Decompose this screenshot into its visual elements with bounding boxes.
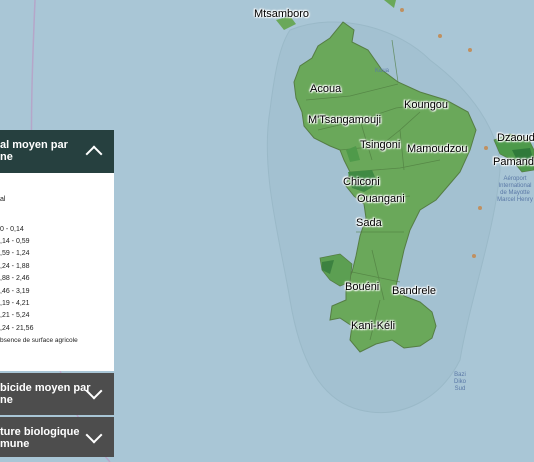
place-label-tsingoni: Tsingoni [360, 139, 401, 151]
legend-panel-3-header[interactable]: ture biologique mune [0, 417, 114, 457]
place-label-bandrele: Bandrele [392, 285, 437, 297]
chevron-down-icon[interactable] [85, 426, 103, 444]
place-label-mtsamboro: Mtsamboro [254, 8, 310, 20]
reef-dot [468, 48, 472, 52]
place-label-acoua: Acoua [310, 83, 342, 95]
legend-panel: al moyen par ne al 0 - 0,14 ,14 - 0,59 ,5… [0, 130, 114, 457]
place-label-kanikeli: Kani-Kéli [351, 320, 396, 332]
legend-class: ,46 - 3,19 [0, 288, 30, 295]
place-label-ouangani: Ouangani [357, 193, 405, 205]
legend-class: ,14 - 0,59 [0, 238, 30, 245]
legend-absence: bsence de surface agricole [0, 337, 78, 344]
legend-class: ,19 - 4,21 [0, 300, 30, 307]
place-label-sada: Sada [356, 217, 382, 229]
legend-class: ,24 - 21,56 [0, 325, 34, 332]
reef-dot [438, 34, 442, 38]
legend-panel-2-title: bicide moyen par ne [0, 382, 91, 406]
reef-dot [472, 254, 476, 258]
legend-class: 0 - 0,14 [0, 226, 24, 233]
legend-subtitle: al [0, 196, 6, 203]
legend-panel-3-title: ture biologique mune [0, 426, 80, 450]
chevron-up-icon[interactable] [85, 145, 103, 163]
place-label-pamandzi: Pamand [493, 156, 534, 168]
minor-label-airport: Aéroport International de Mayotte Marcel… [497, 176, 533, 203]
legend-body: al 0 - 0,14 ,14 - 0,59 ,59 - 1,24 ,24 - … [0, 173, 114, 371]
reef-dot [484, 146, 488, 150]
reef-dot [478, 206, 482, 210]
place-label-dzaoudzi: Dzaoud [497, 132, 534, 144]
legend-class: ,88 - 2,46 [0, 275, 30, 282]
minor-label-bazi: Bazi Diko Sud [453, 372, 466, 392]
legend-class: ,24 - 1,88 [0, 263, 30, 270]
place-label-koungou: Koungou [404, 99, 449, 111]
reef-dot [400, 8, 404, 12]
place-label-chiconi: Chiconi [343, 176, 380, 188]
minor-label-koua: Koua [375, 68, 390, 74]
legend-panel-2-header[interactable]: bicide moyen par ne [0, 373, 114, 415]
legend-panel-1-header[interactable]: al moyen par ne [0, 130, 114, 173]
place-label-boueni: Bouéni [345, 281, 380, 293]
legend-class: ,59 - 1,24 [0, 250, 30, 257]
place-label-mtsangamouji: M'Tsangamouji [308, 114, 382, 126]
place-label-mamoudzou: Mamoudzou [407, 143, 468, 155]
legend-class: ,21 - 5,24 [0, 312, 30, 319]
legend-panel-1-title: al moyen par ne [0, 139, 68, 163]
